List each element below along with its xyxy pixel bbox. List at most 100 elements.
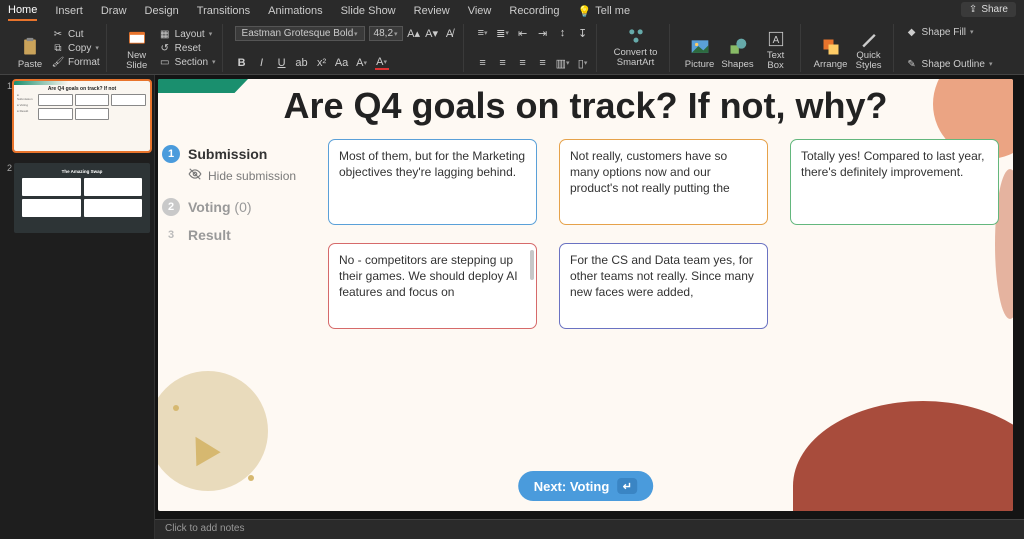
pen-icon: ✎ [906,58,918,70]
tab-strip: Home Insert Draw Design Transitions Anim… [0,0,1024,22]
textbox-button[interactable]: A Text Box [758,26,794,70]
tab-recording[interactable]: Recording [509,2,559,20]
insert-group: Picture Shapes A Text Box [676,24,801,72]
submission-card[interactable]: Totally yes! Compared to last year, ther… [790,139,999,225]
thumbnail-2-number: 2 [4,163,12,173]
numbering-button[interactable]: ≣▾ [496,26,510,40]
tab-slideshow[interactable]: Slide Show [341,2,396,20]
tell-me[interactable]: 💡 Tell me [578,5,631,18]
picture-button[interactable]: Picture [682,26,718,70]
shape-fill-button[interactable]: ◆Shape Fill▾ [906,26,993,38]
slide-title[interactable]: Are Q4 goals on track? If not, why? [158,85,1013,127]
indent-button[interactable]: ⇥ [536,26,550,40]
submission-card[interactable]: For the CS and Data team yes, for other … [559,243,768,329]
decoration [793,401,1013,511]
hide-submission-button[interactable]: Hide submission [188,167,322,184]
thumbnail-1-number: 1 [4,81,12,91]
notes-pane[interactable]: Click to add notes [155,519,1024,539]
highlight-button[interactable]: A▾ [355,56,369,70]
quick-styles-button[interactable]: Quick Styles [851,26,887,70]
layout-button[interactable]: ▦Layout▾ [159,28,216,40]
tab-design[interactable]: Design [145,2,179,20]
subscript-button[interactable]: x² [315,56,329,70]
align-center-button[interactable]: ≡ [496,56,510,70]
line-spacing-button[interactable]: ↕ [556,26,570,40]
font-size-select[interactable]: 48,2▾ [369,26,403,41]
slide-canvas[interactable]: Are Q4 goals on track? If not, why? 1 Su… [158,79,1013,511]
share-button[interactable]: ⇪ Share [961,2,1016,17]
card-text: Totally yes! Compared to last year, ther… [801,149,984,179]
step-number-icon: 3 [162,226,180,244]
paragraph-group: ≡▾ ≣▾ ⇤ ⇥ ↕ ↧ ≡ ≡ ≡ ≡ ▥▾ ▯▾ [470,24,597,72]
underline-button[interactable]: U [275,56,289,70]
cut-label: Cut [68,29,84,40]
section-icon: ▭ [159,56,171,68]
step-submission[interactable]: 1 Submission [162,145,322,163]
smartart-group: Convert to SmartArt [603,24,670,72]
shape-fill-label: Shape Fill [922,27,966,38]
thumbnail-1[interactable]: 1 Are Q4 goals on track? If not ● Submis… [0,79,154,161]
thumbnail-2[interactable]: 2 The Amazing Swap [0,161,154,243]
font-color-button[interactable]: A▾ [375,56,389,70]
new-slide-icon [127,29,147,49]
decoration [248,475,254,481]
clipboard-group: Paste ✂Cut ⧉Copy▾ 🖌Format [6,24,107,72]
bullets-button[interactable]: ≡▾ [476,26,490,40]
clear-format-button[interactable]: A̸ [443,27,457,41]
align-text-button[interactable]: ▯▾ [576,56,590,70]
convert-smartart-button[interactable]: Convert to SmartArt [609,26,663,67]
align-right-button[interactable]: ≡ [516,56,530,70]
shape-style-group: ◆Shape Fill▾ ✎Shape Outline▾ [900,24,999,72]
share-label: Share [981,4,1008,15]
section-button[interactable]: ▭Section▾ [159,56,216,68]
tab-transitions[interactable]: Transitions [197,2,250,20]
format-painter-button[interactable]: 🖌Format [52,56,100,68]
outdent-button[interactable]: ⇤ [516,26,530,40]
shrink-font-button[interactable]: A▾ [425,27,439,41]
card-text: Not really, customers have so many optio… [570,149,730,195]
submission-card[interactable]: Not really, customers have so many optio… [559,139,768,225]
slides-group: New Slide ▦Layout▾ ↺Reset ▭Section▾ [113,24,223,72]
justify-button[interactable]: ≡ [536,56,550,70]
columns-button[interactable]: ▥▾ [556,56,570,70]
align-left-button[interactable]: ≡ [476,56,490,70]
steps-panel: 1 Submission Hide submission 2 Voting (0… [162,145,322,252]
next-voting-button[interactable]: Next: Voting ↵ [518,471,654,501]
new-slide-button[interactable]: New Slide [119,26,155,70]
tab-home[interactable]: Home [8,1,37,21]
tab-review[interactable]: Review [414,2,450,20]
bold-button[interactable]: B [235,56,249,70]
step-number-icon: 2 [162,198,180,216]
arrange-label: Arrange [814,59,848,70]
arrange-group: Arrange Quick Styles [807,24,894,72]
strike-button[interactable]: ab [295,56,309,70]
paste-button[interactable]: Paste [12,26,48,70]
font-name-select[interactable]: Eastman Grotesque Bold▾ [235,26,365,41]
step-result[interactable]: 3 Result [162,226,322,244]
slide-thumbnail-panel: 1 Are Q4 goals on track? If not ● Submis… [0,75,155,539]
copy-button[interactable]: ⧉Copy▾ [52,42,100,54]
cut-button[interactable]: ✂Cut [52,28,100,40]
tab-animations[interactable]: Animations [268,2,322,20]
reset-button[interactable]: ↺Reset [159,42,216,54]
shapes-button[interactable]: Shapes [720,26,756,70]
tab-insert[interactable]: Insert [55,2,83,20]
card-text: Most of them, but for the Marketing obje… [339,149,525,179]
submission-card[interactable]: No - competitors are stepping up their g… [328,243,537,329]
step-voting[interactable]: 2 Voting (0) [162,198,322,216]
quick-styles-icon [859,29,879,49]
tab-view[interactable]: View [468,2,492,20]
tab-draw[interactable]: Draw [101,2,127,20]
grow-font-button[interactable]: A▴ [407,27,421,41]
shapes-label: Shapes [721,59,753,70]
italic-button[interactable]: I [255,56,269,70]
bulb-icon: 💡 [578,5,592,18]
workspace: 1 Are Q4 goals on track? If not ● Submis… [0,75,1024,539]
text-direction-button[interactable]: ↧ [576,26,590,40]
scroll-handle[interactable] [530,250,534,280]
submission-card[interactable]: Most of them, but for the Marketing obje… [328,139,537,225]
case-button[interactable]: Aa [335,56,349,70]
arrange-button[interactable]: Arrange [813,26,849,70]
shape-outline-button[interactable]: ✎Shape Outline▾ [906,58,993,70]
next-label: Next: Voting [534,479,610,494]
